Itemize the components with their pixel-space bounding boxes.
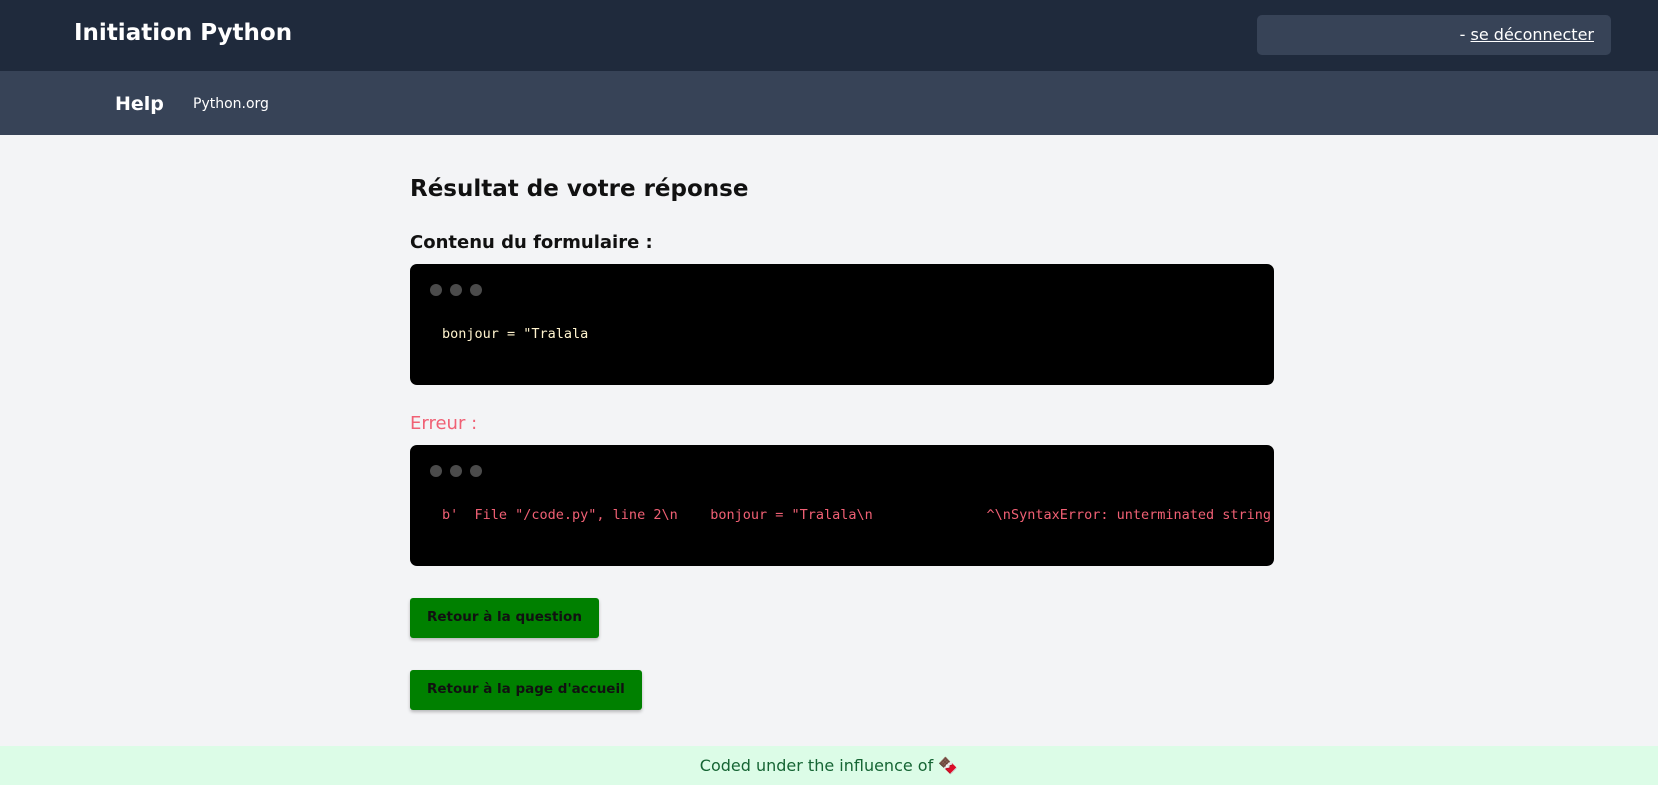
logout-link[interactable]: se déconnecter: [1471, 25, 1594, 44]
window-dots-icon: [430, 284, 482, 296]
back-to-home-button[interactable]: Retour à la page d'accueil: [410, 670, 642, 710]
error-code: b' File "/code.py", line 2\n bonjour = "…: [442, 507, 1272, 523]
chocolate-icon: 🍫: [938, 756, 959, 775]
footer: Coded under the influence of 🍫: [0, 746, 1658, 785]
form-code-block: bonjour = "Tralala: [410, 264, 1274, 385]
footer-text: Coded under the influence of: [699, 756, 939, 775]
nav-python-org-link[interactable]: Python.org: [193, 96, 269, 112]
top-header: Initiation Python - se déconnecter: [0, 0, 1658, 71]
user-prefix: -: [1459, 25, 1471, 44]
window-dots-icon: [430, 465, 482, 477]
page-title: Résultat de votre réponse: [410, 176, 749, 202]
form-heading: Contenu du formulaire :: [410, 232, 653, 253]
back-to-question-button[interactable]: Retour à la question: [410, 598, 599, 638]
form-code: bonjour = "Tralala: [442, 326, 589, 342]
error-code-block: b' File "/code.py", line 2\n bonjour = "…: [410, 445, 1274, 566]
nav-help-link[interactable]: Help: [115, 93, 164, 115]
user-box: - se déconnecter: [1257, 15, 1611, 55]
nav-bar: Help Python.org: [0, 71, 1658, 135]
app-title: Initiation Python: [74, 20, 293, 46]
error-heading: Erreur :: [410, 413, 478, 434]
